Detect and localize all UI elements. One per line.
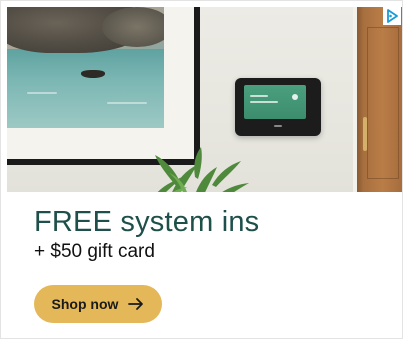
- wave: [27, 92, 57, 94]
- shop-now-label: Shop now: [51, 296, 119, 312]
- water: [7, 49, 164, 128]
- plant-leaves: [155, 147, 249, 192]
- picture-mat: [7, 7, 194, 159]
- coastal-photo: [7, 7, 164, 128]
- picture-frame: [7, 7, 200, 165]
- door-panel: [367, 27, 399, 179]
- security-panel-device: [235, 78, 321, 136]
- wave: [107, 102, 147, 104]
- shop-now-button[interactable]: Shop now: [34, 285, 162, 323]
- screen-text-line: [250, 101, 278, 103]
- boat: [81, 70, 105, 78]
- rock: [102, 7, 164, 47]
- door-handle: [363, 117, 367, 151]
- screen-text-line: [250, 95, 268, 97]
- headline: FREE system ins: [34, 206, 260, 238]
- display-ad[interactable]: FREE system ins + $50 gift card Shop now: [0, 0, 403, 339]
- subheadline: + $50 gift card: [34, 241, 155, 262]
- arrow-right-icon: [128, 298, 144, 310]
- device-logo: [274, 125, 282, 127]
- hero-image[interactable]: [7, 7, 403, 192]
- adchoices-icon[interactable]: [383, 7, 401, 25]
- device-screen: [244, 85, 306, 119]
- screen-status-icon: [292, 94, 298, 100]
